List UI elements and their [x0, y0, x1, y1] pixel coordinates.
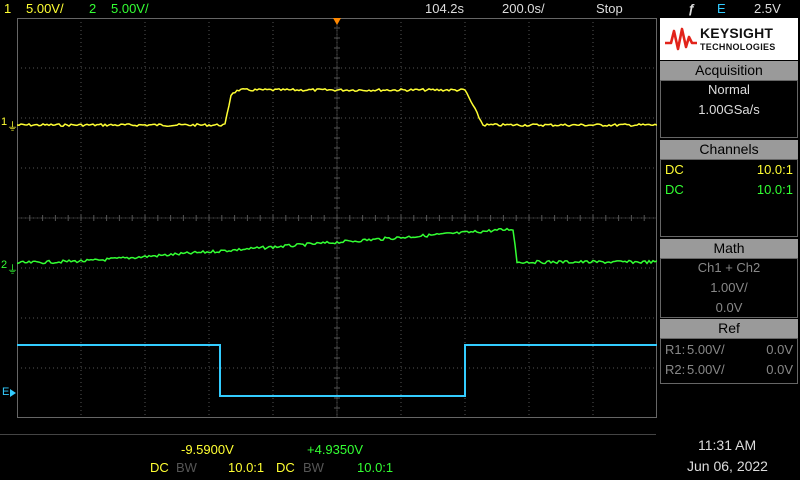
ch1-bw-limit: BW	[176, 460, 197, 475]
clock-date: Jun 06, 2022	[687, 458, 768, 474]
time-position[interactable]: 104.2s	[425, 1, 464, 17]
ch2-scale[interactable]: 5.00V/	[111, 1, 149, 17]
acquisition-section[interactable]: Normal 1.00GSa/s	[660, 80, 798, 138]
ref-row-r2[interactable]: R2: 5.00V/ 0.0V	[665, 361, 793, 379]
trigger-source[interactable]: E	[717, 1, 726, 17]
bottom-status-bar: -9.5900V +4.9350V DC BW 10.0:1 DC BW 10.…	[0, 420, 800, 480]
ext-arrow-icon	[10, 389, 16, 397]
trigger-position-marker[interactable]	[333, 18, 341, 25]
math-section[interactable]: Ch1 + Ch2 1.00V/ 0.0V	[660, 258, 798, 318]
r1-name: R1:	[665, 342, 686, 357]
channel-row-1[interactable]: DC 10.0:1	[665, 161, 793, 179]
ground-icon: ⏚	[7, 264, 18, 276]
ch2-probe: 10.0:1	[756, 182, 793, 197]
math-header[interactable]: Math	[660, 239, 798, 258]
ch2-probe-bottom: 10.0:1	[357, 460, 394, 475]
math-scale: 1.00V/	[710, 280, 748, 295]
run-state[interactable]: Stop	[596, 1, 623, 17]
acquisition-mode: Normal	[708, 82, 750, 97]
side-panel: KEYSIGHT TECHNOLOGIES Acquisition Normal…	[659, 18, 800, 418]
r2-offset: 0.0V	[766, 362, 793, 377]
ground-icon: ⏚	[7, 121, 18, 133]
logo-title: KEYSIGHT	[700, 25, 774, 41]
ext-marker[interactable]: E	[0, 386, 16, 402]
ch1-coupling: DC	[665, 162, 684, 177]
trigger-level[interactable]: 2.5V	[754, 1, 781, 17]
ch1-offset[interactable]: -9.5900V	[181, 442, 234, 458]
waveform-display[interactable]	[17, 18, 657, 418]
ch2-coupling-bottom: DC	[276, 460, 295, 475]
acquisition-rate: 1.00GSa/s	[698, 102, 760, 117]
clock-time: 11:31 AM	[698, 437, 757, 453]
ext-marker-label: E	[2, 386, 10, 398]
ch2-number[interactable]: 2	[89, 1, 96, 17]
channels-header[interactable]: Channels	[660, 140, 798, 159]
keysight-wave-icon	[665, 27, 697, 51]
acquisition-header[interactable]: Acquisition	[660, 61, 798, 80]
channel-row-2[interactable]: DC 10.0:1	[665, 181, 793, 199]
r2-scale: 5.00V/	[687, 362, 725, 377]
ch1-scale[interactable]: 5.00V/	[26, 1, 64, 17]
channels-section[interactable]: DC 10.0:1 DC 10.0:1	[660, 159, 798, 237]
ch2-ground-marker[interactable]: 2 ⏚	[0, 259, 18, 277]
ch1-number[interactable]: 1	[4, 1, 11, 17]
ref-row-r1[interactable]: R1: 5.00V/ 0.0V	[665, 341, 793, 359]
ref-header[interactable]: Ref	[660, 319, 798, 338]
math-function: Ch1 + Ch2	[697, 260, 761, 275]
ch1-coupling-bottom: DC	[150, 460, 169, 475]
trigger-edge-icon: ƒ	[688, 1, 696, 16]
math-offset: 0.0V	[715, 300, 743, 315]
r2-name: R2:	[665, 362, 686, 377]
ch2-bw-limit: BW	[303, 460, 324, 475]
ch2-offset[interactable]: +4.9350V	[307, 442, 363, 458]
divider	[0, 434, 656, 435]
ch1-ground-marker[interactable]: 1 ⏚	[0, 116, 18, 134]
ch1-probe-bottom: 10.0:1	[228, 460, 265, 475]
r1-scale: 5.00V/	[687, 342, 725, 357]
logo-subtitle: TECHNOLOGIES	[700, 42, 776, 52]
keysight-logo: KEYSIGHT TECHNOLOGIES	[660, 18, 798, 60]
graticule	[17, 18, 657, 418]
r1-offset: 0.0V	[766, 342, 793, 357]
top-status-bar: 1 5.00V/ 2 5.00V/ 104.2s 200.0s/ Stop ƒ …	[0, 0, 800, 18]
ref-section[interactable]: R1: 5.00V/ 0.0V R2: 5.00V/ 0.0V	[660, 338, 798, 384]
ch2-coupling: DC	[665, 182, 684, 197]
time-scale[interactable]: 200.0s/	[502, 1, 545, 17]
ch1-probe: 10.0:1	[756, 162, 793, 177]
